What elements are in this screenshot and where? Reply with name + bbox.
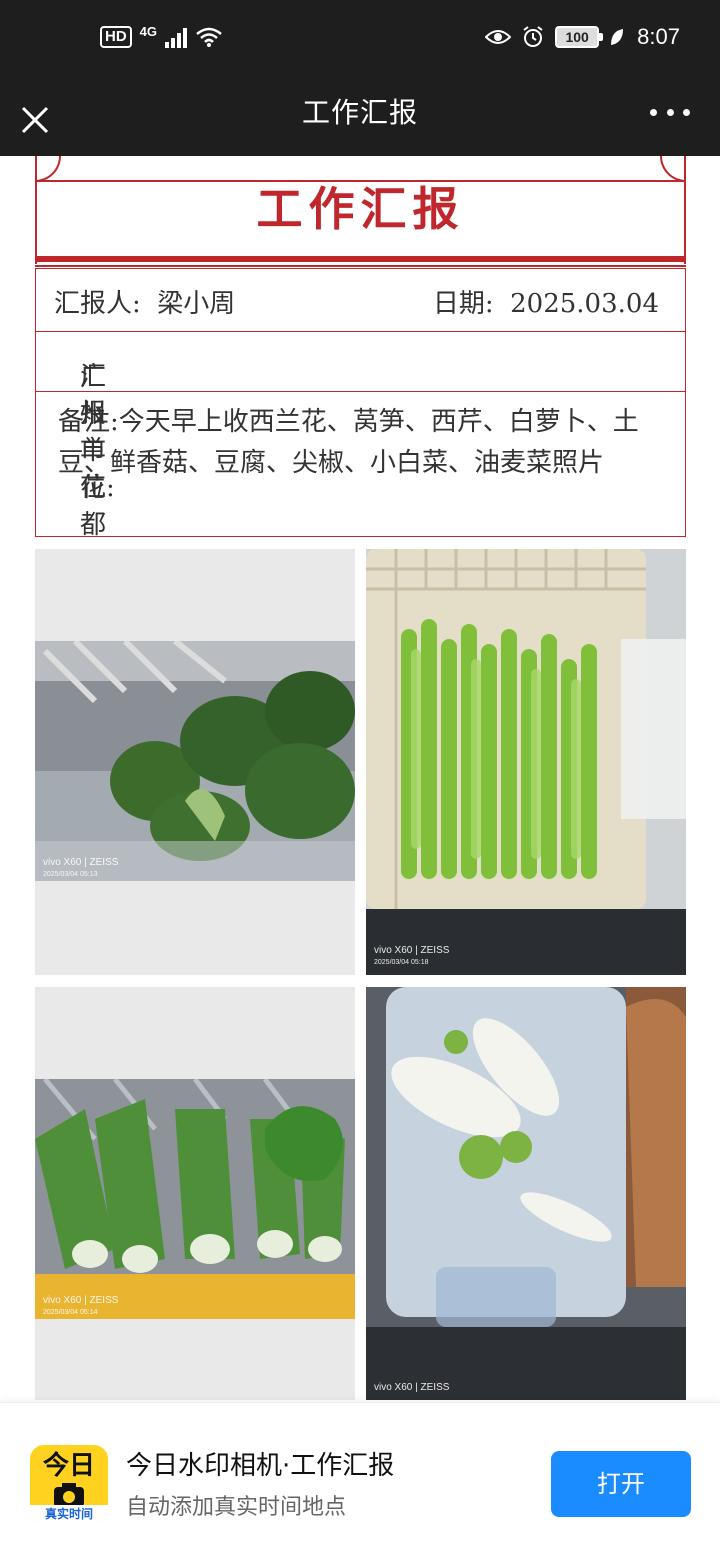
celery-image — [35, 1079, 355, 1319]
photo-timestamp: 2025/03/04 05:18 — [374, 959, 429, 966]
alarm-icon — [523, 26, 543, 47]
camera-brand: vivo X60 | ZEISS — [374, 945, 450, 956]
signal-icon — [165, 26, 188, 48]
reporter-cell: 汇报人: 梁小周 — [54, 283, 235, 320]
camera-brand: vivo X60 | ZEISS — [374, 1382, 450, 1393]
status-right: 100 8:07 — [485, 24, 680, 50]
photo-watermark: vivo X60 | ZEISS 2025/03/04 05:14 — [43, 1295, 118, 1319]
camera-brand: vivo X60 | ZEISS — [43, 1295, 119, 1306]
app-download-banner: 今日 真实时间 今日水印相机·工作汇报 自动添加真实时间地点 打开 — [0, 1402, 720, 1560]
more-menu-button[interactable] — [650, 102, 690, 122]
note-label: 备注: — [58, 407, 119, 437]
app-icon-text: 今日 — [42, 1451, 95, 1481]
date-label: 日期: — [432, 289, 494, 319]
battery-icon: 100 — [555, 26, 604, 48]
status-bar: HD 4G 100 8:07 — [0, 0, 720, 84]
network-type: 4G — [139, 23, 158, 39]
app-logo-icon: 今日 真实时间 — [30, 1445, 108, 1523]
photo-white-radish[interactable]: vivo X60 | ZEISS — [366, 987, 686, 1400]
app-name: 今日水印相机·工作汇报 — [126, 1451, 395, 1481]
photo-timestamp: 2025/03/04 05:13 — [43, 871, 98, 878]
photo-broccoli[interactable]: vivo X60 | ZEISS 2025/03/04 05:13 — [35, 549, 355, 975]
camera-brand: vivo X60 | ZEISS — [43, 857, 119, 868]
nav-bar: 工作汇报 — [0, 84, 720, 156]
date-cell: 日期: 2025.03.04 — [433, 283, 659, 320]
app-description: 自动添加真实时间地点 — [126, 1495, 347, 1520]
note-row: 备注:今天早上收西兰花、莴笋、西芹、白萝卜、土豆、鲜香菇、豆腐、尖椒、小白菜、油… — [35, 392, 686, 537]
report-title-rule-thin — [35, 265, 686, 267]
white-radish-image — [366, 987, 686, 1400]
more-dot-icon — [666, 108, 674, 116]
lettuce-stems-image — [366, 549, 686, 975]
clock: 8:07 — [637, 24, 680, 49]
photo-lettuce-stems[interactable]: vivo X60 | ZEISS 2025/03/04 05:18 — [366, 549, 686, 975]
more-dot-icon — [683, 108, 690, 116]
report-date: 2025.03.04 — [510, 289, 659, 319]
reporter-name: 梁小周 — [157, 289, 236, 319]
reporter-label: 汇报人: — [54, 289, 141, 319]
page-title: 工作汇报 — [301, 96, 418, 129]
eye-icon — [485, 30, 512, 44]
leaf-icon — [611, 29, 624, 45]
unit-row: 汇报单位:广州市花都区花广金狮学校 — [35, 332, 686, 799]
reporter-row: 汇报人: 梁小周 日期: 2025.03.04 — [35, 268, 686, 332]
more-dot-icon — [650, 108, 657, 116]
app-icon-caption: 真实时间 — [30, 1505, 108, 1523]
photo-watermark: vivo X60 | ZEISS — [374, 1382, 449, 1394]
broccoli-image — [35, 641, 355, 881]
photo-watermark: vivo X60 | ZEISS 2025/03/04 05:13 — [43, 857, 118, 881]
status-left: HD 4G — [100, 23, 223, 48]
open-app-button[interactable]: 打开 — [551, 1451, 691, 1517]
report-title: 工作汇报 — [256, 182, 465, 236]
photo-celery[interactable]: vivo X60 | ZEISS 2025/03/04 05:14 — [35, 987, 355, 1400]
photo-watermark: vivo X60 | ZEISS 2025/03/04 05:18 — [374, 945, 449, 969]
wifi-icon — [196, 27, 222, 47]
report-title-rule — [35, 256, 686, 262]
note-text: 今天早上收西兰花、莴笋、西芹、白萝卜、土豆、鲜香菇、豆腐、尖椒、小白菜、油麦菜照… — [58, 407, 639, 478]
photo-timestamp: 2025/03/04 05:14 — [43, 1309, 98, 1316]
hd-badge: HD — [100, 26, 132, 48]
